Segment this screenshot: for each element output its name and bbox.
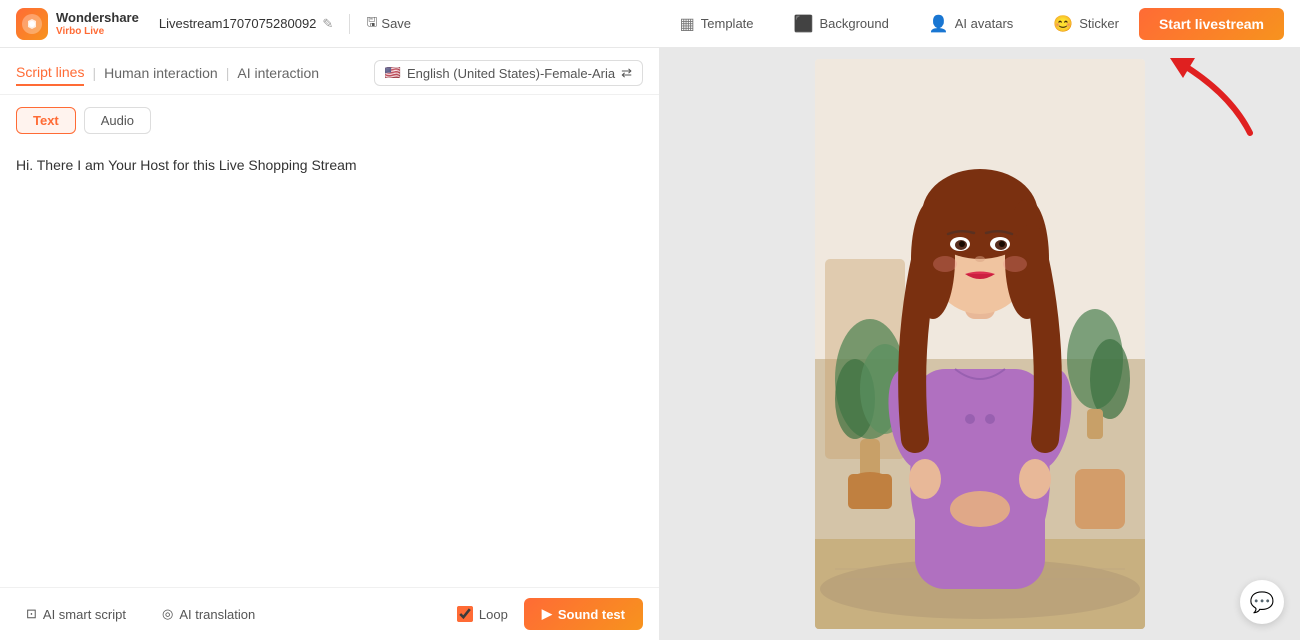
nav-background[interactable]: ⬛ Background <box>786 10 897 38</box>
ai-avatar-icon: 👤 <box>929 14 949 34</box>
header: Wondershare Virbo Live Livestream1707075… <box>0 0 1300 48</box>
right-panel: 💬 <box>660 48 1300 640</box>
red-arrow-indicator <box>1150 53 1270 153</box>
logo-area: Wondershare Virbo Live <box>16 8 139 40</box>
loop-checkbox[interactable] <box>457 606 473 622</box>
nav-template[interactable]: ▦ Template <box>672 10 762 38</box>
text-audio-toggle: Text Audio <box>0 95 659 142</box>
script-area[interactable]: Hi. There I am Your Host for this Live S… <box>0 142 659 587</box>
tab-ai-interaction[interactable]: AI interaction <box>237 61 319 85</box>
background-icon: ⬛ <box>794 14 814 34</box>
divider <box>349 14 350 34</box>
start-livestream-button[interactable]: Start livestream <box>1139 8 1284 40</box>
chat-icon: 💬 <box>1250 590 1275 615</box>
template-icon: ▦ <box>680 14 695 34</box>
tab-script-lines[interactable]: Script lines <box>16 60 84 86</box>
logo-icon <box>16 8 48 40</box>
nav-sticker[interactable]: 😊 Sticker <box>1045 10 1127 38</box>
sound-icon: ▶ <box>542 606 552 622</box>
avatar-container <box>815 59 1145 629</box>
edit-icon[interactable]: ✎ <box>322 16 333 32</box>
bottom-bar: ⊡ AI smart script ◎ AI translation Loop … <box>0 587 659 640</box>
main-content: Script lines | Human interaction | AI in… <box>0 48 1300 640</box>
ai-smart-script-button[interactable]: ⊡ AI smart script <box>16 600 136 628</box>
language-selector[interactable]: 🇺🇸 English (United States)-Female-Aria ⇄ <box>374 60 643 86</box>
ai-script-icon: ⊡ <box>26 606 37 622</box>
loop-toggle[interactable]: Loop <box>457 606 508 622</box>
left-panel: Script lines | Human interaction | AI in… <box>0 48 660 640</box>
header-nav: ▦ Template ⬛ Background 👤 AI avatars 😊 S… <box>672 10 1127 38</box>
nav-ai-avatars[interactable]: 👤 AI avatars <box>921 10 1021 38</box>
script-text: Hi. There I am Your Host for this Live S… <box>16 154 643 176</box>
chat-bubble-button[interactable]: 💬 <box>1240 580 1284 624</box>
swap-icon: ⇄ <box>621 65 632 81</box>
logo-text: Wondershare Virbo Live <box>56 10 139 37</box>
ai-translation-button[interactable]: ◎ AI translation <box>152 600 265 628</box>
save-button[interactable]: 🖫 Save <box>366 13 411 35</box>
ai-translation-icon: ◎ <box>162 606 173 622</box>
tabs-row: Script lines | Human interaction | AI in… <box>0 48 659 95</box>
audio-button[interactable]: Audio <box>84 107 151 134</box>
avatar-svg <box>815 59 1145 629</box>
tab-human-interaction[interactable]: Human interaction <box>104 61 218 85</box>
save-icon: 🖫 <box>366 13 377 35</box>
flag-icon: 🇺🇸 <box>385 65 401 81</box>
stream-title: Livestream1707075280092 ✎ <box>159 16 333 32</box>
text-button[interactable]: Text <box>16 107 76 134</box>
sound-test-button[interactable]: ▶ Sound test <box>524 598 643 630</box>
sticker-icon: 😊 <box>1053 14 1073 34</box>
